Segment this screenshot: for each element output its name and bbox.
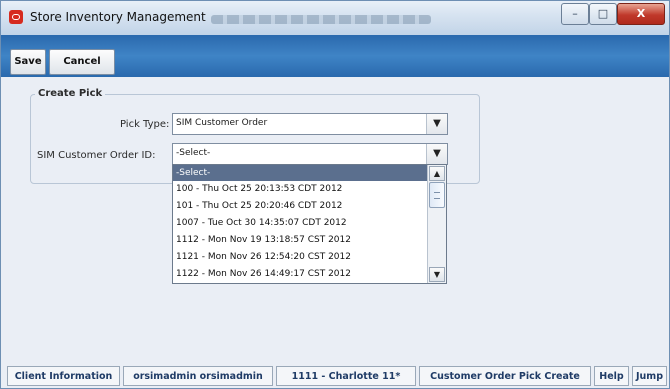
order-id-select[interactable]: -Select- ▼ (172, 143, 448, 165)
dropdown-scrollbar[interactable]: ▲ ▼ (427, 165, 446, 283)
scrollbar-thumb[interactable] (429, 182, 445, 208)
dropdown-option[interactable]: 1121 - Mon Nov 26 12:54:20 CST 2012 (173, 249, 430, 265)
order-id-label: SIM Customer Order ID: (37, 150, 156, 161)
title-bar-decoration (211, 15, 431, 24)
pick-type-select[interactable]: SIM Customer Order ▼ (172, 113, 448, 135)
scroll-up-icon[interactable]: ▲ (429, 166, 445, 181)
window-title: Store Inventory Management (30, 10, 206, 24)
app-window: Store Inventory Management – □ X Save Ca… (0, 0, 670, 389)
maximize-button[interactable]: □ (589, 3, 617, 25)
order-id-dropdown-list: -Select- 100 - Thu Oct 25 20:13:53 CDT 2… (172, 164, 447, 284)
dropdown-arrow-icon[interactable]: ▼ (426, 114, 447, 134)
toolbar: Save Cancel (1, 35, 669, 77)
status-screen-name[interactable]: Customer Order Pick Create (419, 366, 591, 386)
section-title: Create Pick (35, 88, 106, 99)
pick-type-value: SIM Customer Order (176, 118, 268, 128)
dropdown-option[interactable]: 1122 - Mon Nov 26 14:49:17 CST 2012 (173, 266, 430, 282)
cancel-button[interactable]: Cancel (49, 49, 115, 75)
order-id-value: -Select- (176, 148, 211, 158)
dropdown-arrow-icon[interactable]: ▼ (426, 144, 447, 164)
pick-type-label: Pick Type: (120, 119, 170, 130)
dropdown-option-select[interactable]: -Select- (173, 165, 430, 181)
title-bar[interactable]: Store Inventory Management – □ X (1, 1, 669, 35)
status-client-information[interactable]: Client Information (7, 366, 120, 386)
status-store[interactable]: 1111 - Charlotte 11* (276, 366, 416, 386)
scroll-down-icon[interactable]: ▼ (429, 267, 445, 282)
app-logo-icon (9, 10, 23, 24)
status-help[interactable]: Help (594, 366, 629, 386)
dropdown-option[interactable]: 100 - Thu Oct 25 20:13:53 CDT 2012 (173, 181, 430, 197)
status-bar: Client Information orsimadmin orsimadmin… (1, 355, 669, 388)
dropdown-option[interactable]: 1007 - Tue Oct 30 14:35:07 CDT 2012 (173, 215, 430, 231)
minimize-button[interactable]: – (561, 3, 589, 25)
status-user[interactable]: orsimadmin orsimadmin (123, 366, 273, 386)
main-panel: Create Pick Pick Type: SIM Customer Orde… (1, 77, 669, 355)
status-jump[interactable]: Jump (632, 366, 667, 386)
close-button[interactable]: X (617, 3, 665, 25)
dropdown-option[interactable]: 101 - Thu Oct 25 20:20:46 CDT 2012 (173, 198, 430, 214)
dropdown-option[interactable]: 1112 - Mon Nov 19 13:18:57 CST 2012 (173, 232, 430, 248)
save-button[interactable]: Save (10, 49, 46, 75)
